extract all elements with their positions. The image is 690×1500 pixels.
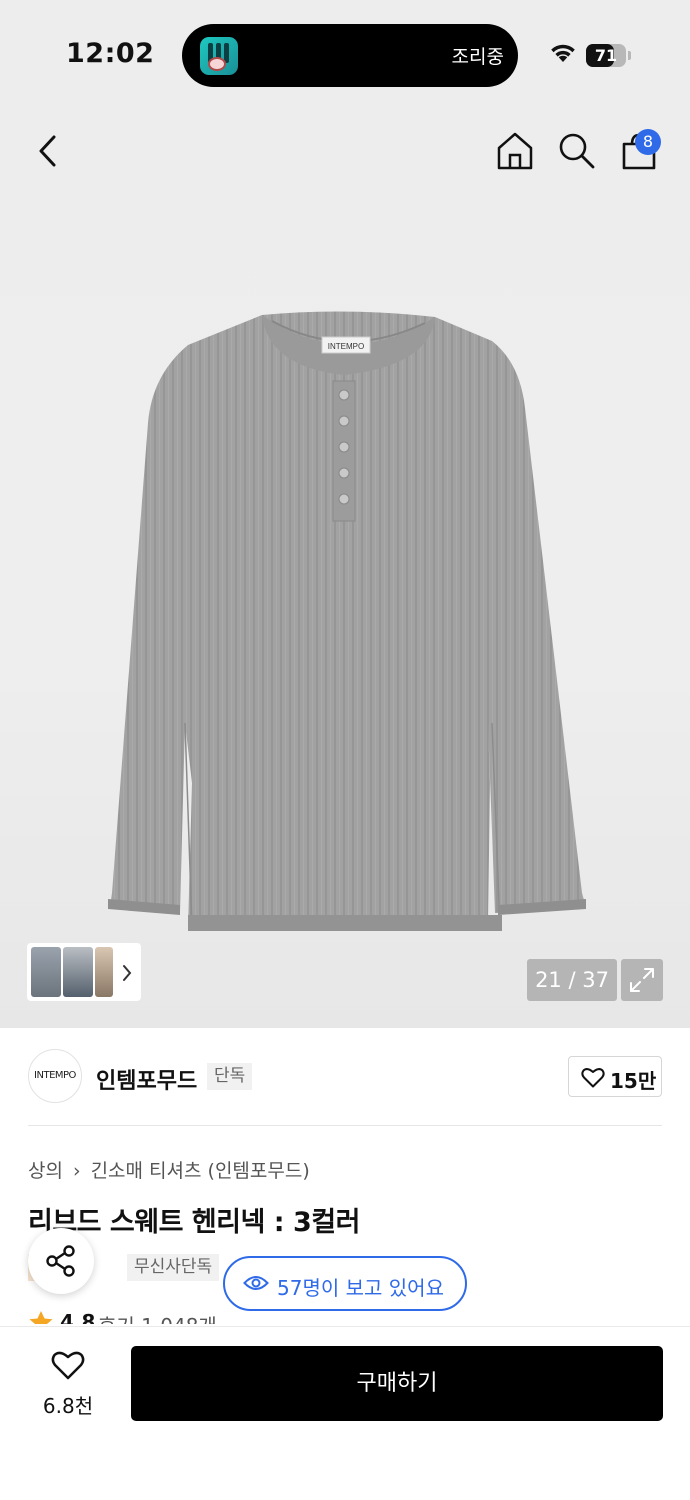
rating-value: 4.8 bbox=[60, 1310, 96, 1324]
dynamic-island[interactable]: 조리중 bbox=[182, 24, 518, 87]
star-icon bbox=[29, 1311, 53, 1324]
live-viewers-text: 57명이 보고 있어요 bbox=[277, 1276, 444, 1300]
wifi-icon bbox=[551, 44, 575, 62]
live-activity-status: 조리중 bbox=[451, 46, 504, 68]
clock: 12:02 bbox=[66, 38, 155, 69]
breadcrumb: 상의 › 긴소매 티셔츠 (인템포무드) bbox=[28, 1156, 310, 1183]
divider bbox=[28, 1125, 662, 1126]
expand-icon bbox=[630, 968, 654, 992]
search-icon[interactable] bbox=[557, 131, 597, 171]
cart-count-badge: 8 bbox=[635, 129, 661, 155]
breadcrumb-item-category[interactable]: 상의 bbox=[28, 1160, 63, 1182]
chevron-right-icon[interactable] bbox=[120, 962, 134, 984]
expand-button[interactable] bbox=[621, 959, 663, 1001]
product-image: INTEMPO bbox=[108, 311, 586, 931]
live-viewers-pill[interactable]: 57명이 보고 있어요 bbox=[223, 1256, 467, 1311]
brand-name[interactable]: 인템포무드 bbox=[96, 1063, 197, 1095]
breadcrumb-item-subcategory[interactable]: 긴소매 티셔츠 (인템포무드) bbox=[91, 1160, 310, 1182]
battery-percent: 71 bbox=[594, 46, 618, 65]
thumbnail-image[interactable] bbox=[63, 947, 93, 997]
wishlist-button[interactable]: 6.8천 bbox=[20, 1346, 116, 1420]
back-button[interactable] bbox=[36, 134, 62, 168]
wishlist-count: 6.8천 bbox=[42, 1394, 94, 1418]
brand-logo[interactable]: INTEMPO bbox=[28, 1049, 82, 1103]
heart-icon bbox=[581, 1068, 605, 1088]
brand-like-button[interactable]: 15만 bbox=[568, 1056, 662, 1097]
share-button[interactable] bbox=[28, 1228, 94, 1294]
image-counter: 21 / 37 bbox=[527, 959, 617, 1001]
brand-like-count: 15만 bbox=[610, 1069, 657, 1093]
cooking-app-icon bbox=[200, 37, 238, 75]
home-icon[interactable] bbox=[496, 131, 534, 171]
heart-icon bbox=[51, 1351, 85, 1380]
exclusive-badge: 단독 bbox=[207, 1063, 253, 1090]
thumbnail-image[interactable] bbox=[31, 947, 61, 997]
status-bar: 12:02 조리중 71 bbox=[0, 0, 690, 108]
thumbnail-image[interactable] bbox=[95, 947, 113, 997]
battery-icon: 71 bbox=[586, 44, 626, 67]
share-icon bbox=[46, 1245, 75, 1277]
review-count[interactable]: 후기 1,048개 bbox=[98, 1310, 217, 1324]
garment-label: INTEMPO bbox=[328, 342, 364, 351]
musinsa-exclusive-badge: 무신사단독 bbox=[127, 1254, 220, 1281]
rating-row[interactable]: 4.8 후기 1,048개 bbox=[28, 1308, 328, 1324]
buy-button[interactable]: 구매하기 bbox=[131, 1346, 663, 1421]
product-image-gallery[interactable]: INTEMPO bbox=[0, 108, 690, 1028]
breadcrumb-separator-icon: › bbox=[72, 1160, 81, 1182]
eye-icon bbox=[243, 1276, 269, 1290]
